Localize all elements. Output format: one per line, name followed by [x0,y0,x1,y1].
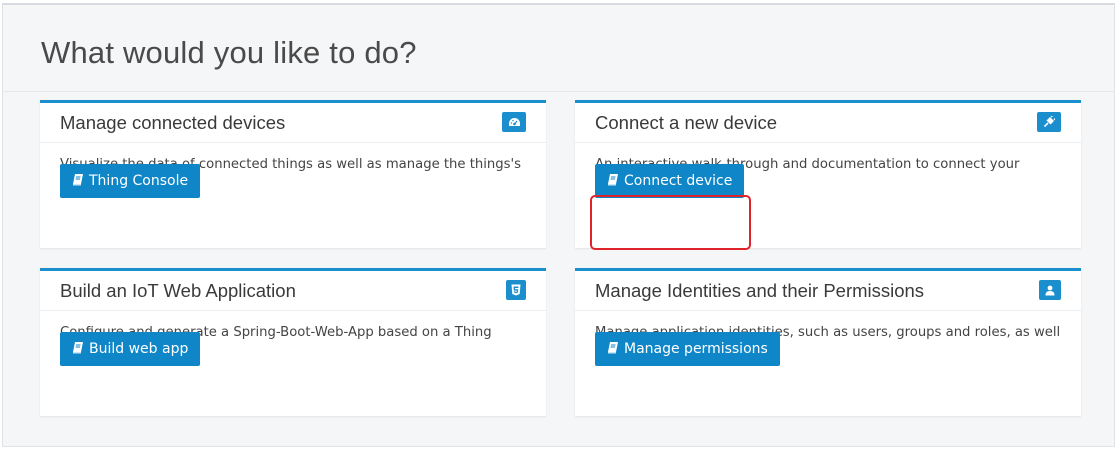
highlight-box [590,195,751,250]
book-icon [72,173,84,190]
card-header: Build an IoT Web Application [40,271,546,311]
button-label: Thing Console [89,173,189,189]
user-icon [1039,280,1061,300]
dashboard-icon [502,112,526,132]
card-title: Manage connected devices [60,112,286,133]
title-divider [3,91,1114,92]
thing-console-button[interactable]: Thing Console [60,164,201,198]
card-header: Manage Identities and their Permissions [575,271,1081,311]
card-title: Build an IoT Web Application [60,280,296,301]
page-title: What would you like to do? [41,35,417,70]
button-label: Connect device [624,173,733,189]
book-icon [607,341,619,358]
button-label: Manage permissions [624,341,768,357]
build-web-app-button[interactable]: Build web app [60,332,201,366]
card-manage-devices: Manage connected devices Visualize the d… [40,100,546,248]
manage-permissions-button[interactable]: Manage permissions [595,332,780,366]
connect-device-button[interactable]: Connect device [595,164,745,198]
button-label: Build web app [89,341,189,357]
book-icon [72,341,84,358]
card-header: Manage connected devices [40,103,546,143]
plug-icon [1037,112,1061,132]
card-header: Connect a new device [575,103,1081,143]
card-title: Connect a new device [595,112,778,133]
card-manage-identities: Manage Identities and their Permissions … [575,268,1081,416]
card-build-web-app: Build an IoT Web Application Configure a… [40,268,546,416]
book-icon [607,173,619,190]
card-title: Manage Identities and their Permissions [595,280,925,301]
html5-icon [506,280,526,300]
